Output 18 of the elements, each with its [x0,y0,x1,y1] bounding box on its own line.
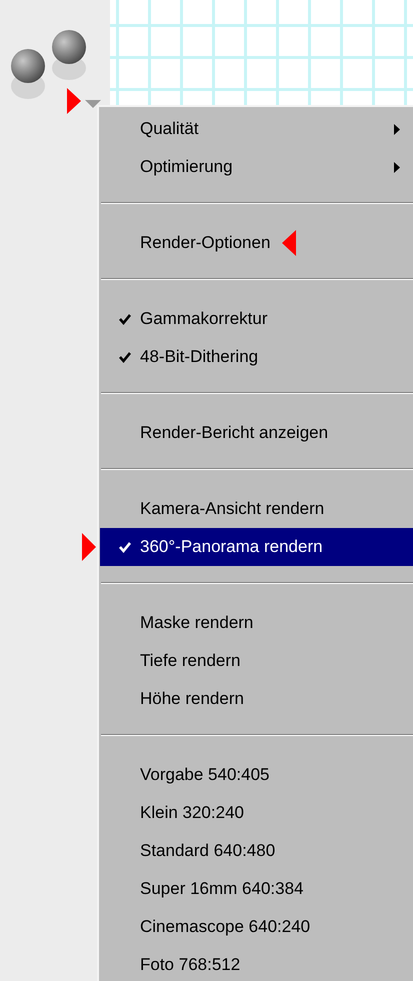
menu-item[interactable]: Cinemascope 640:240 [100,908,413,946]
menu-item[interactable]: Standard 640:480 [100,832,413,870]
menu-item[interactable]: Vorgabe 540:405 [100,756,413,794]
menu-item[interactable]: Tiefe rendern [100,642,413,680]
menu-item[interactable]: Optimierung [100,148,413,186]
menu-item[interactable]: Gammakorrektur [100,300,413,338]
menu-item[interactable]: Super 16mm 640:384 [100,870,413,908]
menu-item[interactable]: Foto 768:512 [100,946,413,981]
menu-item[interactable]: 48-Bit-Dithering [100,338,413,376]
menu-item[interactable]: Render-Bericht anzeigen [100,414,413,452]
dropdown-icon[interactable] [85,100,101,108]
menu-item[interactable]: Maske rendern [100,604,413,642]
menu-item[interactable]: Qualität [100,110,413,148]
menu-item[interactable]: Klein 320:240 [100,794,413,832]
menu-item[interactable]: Höhe rendern [100,680,413,718]
menu-item[interactable]: Render-Optionen [100,224,413,262]
pointer-icon [67,88,81,114]
menu-item[interactable]: Kamera-Ansicht rendern [100,490,413,528]
